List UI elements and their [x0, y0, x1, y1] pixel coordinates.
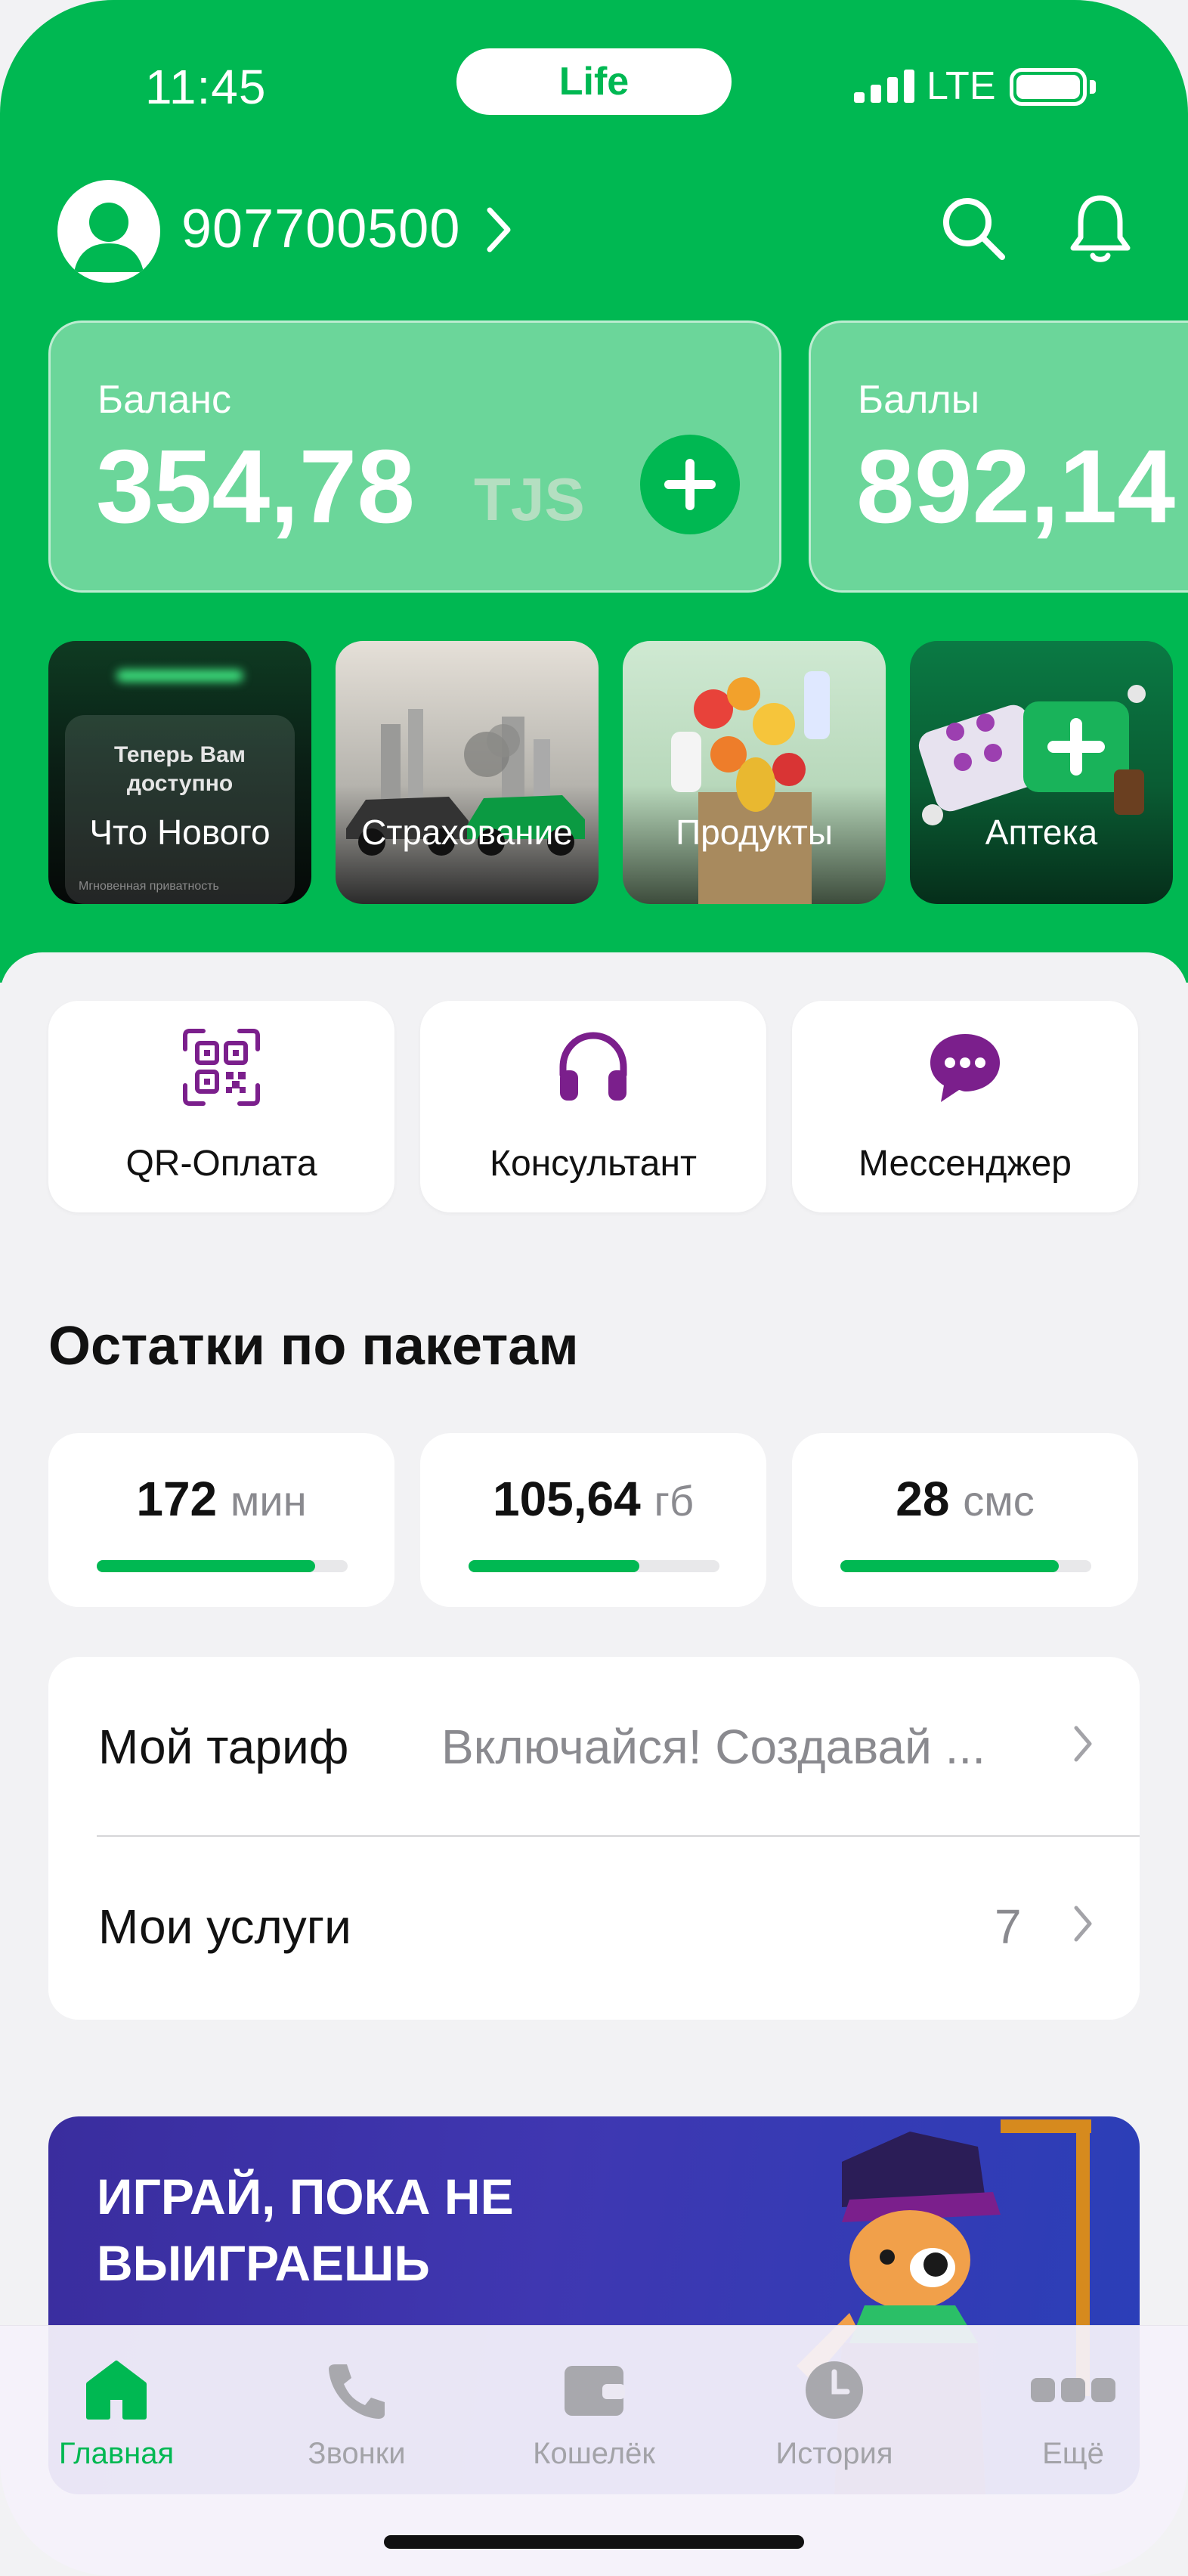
row-label: Мои услуги	[98, 1899, 351, 1954]
qa-label: Консультант	[489, 1144, 697, 1184]
account-list: Мой тариф Включайся! Создавай ... Мои ус…	[48, 1657, 1140, 2020]
phone-icon	[274, 2358, 440, 2422]
pharmacy-illustration	[918, 685, 1146, 825]
top-up-button[interactable]	[640, 435, 740, 534]
search-icon[interactable]	[937, 192, 1010, 268]
signal-icon	[854, 70, 914, 103]
qa-label: Мессенджер	[859, 1144, 1072, 1184]
chevron-right-icon	[1072, 1903, 1094, 1948]
chevron-right-icon[interactable]	[484, 206, 514, 258]
tab-label: Кошелёк	[533, 2437, 655, 2470]
balance-label: Баланс	[97, 378, 232, 422]
package-value: 28 смс	[896, 1472, 1035, 1526]
balance-value: 354,78	[96, 429, 416, 545]
tab-history[interactable]: История	[751, 2358, 917, 2479]
bell-icon[interactable]	[1064, 190, 1137, 270]
points-label: Баллы	[858, 378, 980, 422]
story-whats-new[interactable]: Теперь Вам доступно Мгновенная приватнос…	[48, 641, 311, 904]
points-card[interactable]: Баллы 892,14	[809, 320, 1188, 593]
story-insurance[interactable]: Страхование	[336, 641, 599, 904]
more-icon	[990, 2373, 1156, 2407]
car-crash-illustration	[346, 709, 585, 856]
battery-tip	[1090, 80, 1096, 94]
wallet-icon	[511, 2358, 677, 2422]
balance-unit: TJS	[474, 466, 585, 533]
home-indicator	[384, 2535, 804, 2549]
my-tariff-row[interactable]: Мой тариф Включайся! Создавай ...	[48, 1657, 1140, 1835]
package-value: 172 мин	[136, 1472, 307, 1526]
story-title: Аптека	[985, 813, 1098, 852]
story-pharmacy[interactable]: Аптека	[910, 641, 1173, 904]
chevron-right-icon	[1072, 1723, 1094, 1768]
story-preview-footer: Мгновенная приватность	[79, 880, 219, 893]
package-progress	[469, 1560, 719, 1572]
package-progress-fill	[840, 1560, 1059, 1572]
row-label: Мой тариф	[98, 1720, 349, 1774]
clock-icon	[751, 2358, 917, 2422]
package-internet[interactable]: 105,64 гб	[420, 1433, 766, 1607]
tab-calls[interactable]: Звонки	[274, 2358, 440, 2479]
package-sms[interactable]: 28 смс	[792, 1433, 1138, 1607]
messenger-button[interactable]: Мессенджер	[792, 1001, 1138, 1212]
points-value: 892,14	[856, 429, 1176, 545]
package-minutes[interactable]: 172 мин	[48, 1433, 394, 1607]
qa-label: QR-Оплата	[125, 1144, 317, 1184]
story-title: Продукты	[676, 813, 833, 852]
qr-code-icon	[48, 1026, 394, 1108]
network-type: LTE	[927, 64, 996, 108]
chat-bubble-icon	[792, 1026, 1138, 1108]
story-title: Страхование	[361, 813, 573, 852]
story-preview-text: Теперь Вам доступно	[114, 742, 246, 796]
carrier-pill: Life	[456, 48, 732, 115]
app-screen: 11:45 Life LTE 907700500 Баланс 354,78 T…	[0, 0, 1188, 2576]
consultant-button[interactable]: Консультант	[420, 1001, 766, 1212]
tab-label: Ещё	[1042, 2437, 1104, 2470]
story-groceries[interactable]: Продукты	[623, 641, 886, 904]
packages-title: Остатки по пакетам	[48, 1316, 579, 1376]
package-progress-fill	[469, 1560, 639, 1572]
package-progress	[97, 1560, 348, 1572]
tab-label: Звонки	[308, 2437, 406, 2470]
package-progress	[840, 1560, 1091, 1572]
tab-more[interactable]: Ещё	[990, 2358, 1156, 2479]
story-title: Что Нового	[89, 813, 271, 852]
battery-icon	[1010, 68, 1087, 106]
plus-icon	[664, 459, 716, 510]
headphones-icon	[420, 1026, 766, 1108]
tab-home[interactable]: Главная	[33, 2358, 200, 2479]
home-icon	[33, 2358, 200, 2422]
tab-label: История	[775, 2437, 893, 2470]
banner-text: ИГРАЙ, ПОКА НЕ ВЫИГРАЕШЬ	[97, 2169, 514, 2291]
groceries-illustration	[671, 671, 830, 904]
tab-wallet[interactable]: Кошелёк	[511, 2358, 677, 2479]
status-time: 11:45	[145, 60, 267, 114]
services-count: 7	[995, 1899, 1022, 1954]
balance-card[interactable]: Баланс 354,78 TJS	[48, 320, 781, 593]
avatar[interactable]	[57, 180, 160, 283]
phone-number[interactable]: 907700500	[181, 198, 460, 260]
tab-label: Главная	[58, 2437, 175, 2470]
qr-payment-button[interactable]: QR-Оплата	[48, 1001, 394, 1212]
package-progress-fill	[97, 1560, 315, 1572]
my-services-row[interactable]: Мои услуги 7	[48, 1837, 1140, 2020]
package-value: 105,64 гб	[492, 1472, 695, 1526]
row-value: Включайся! Создавай ...	[441, 1720, 985, 1774]
story-glow	[116, 670, 243, 682]
